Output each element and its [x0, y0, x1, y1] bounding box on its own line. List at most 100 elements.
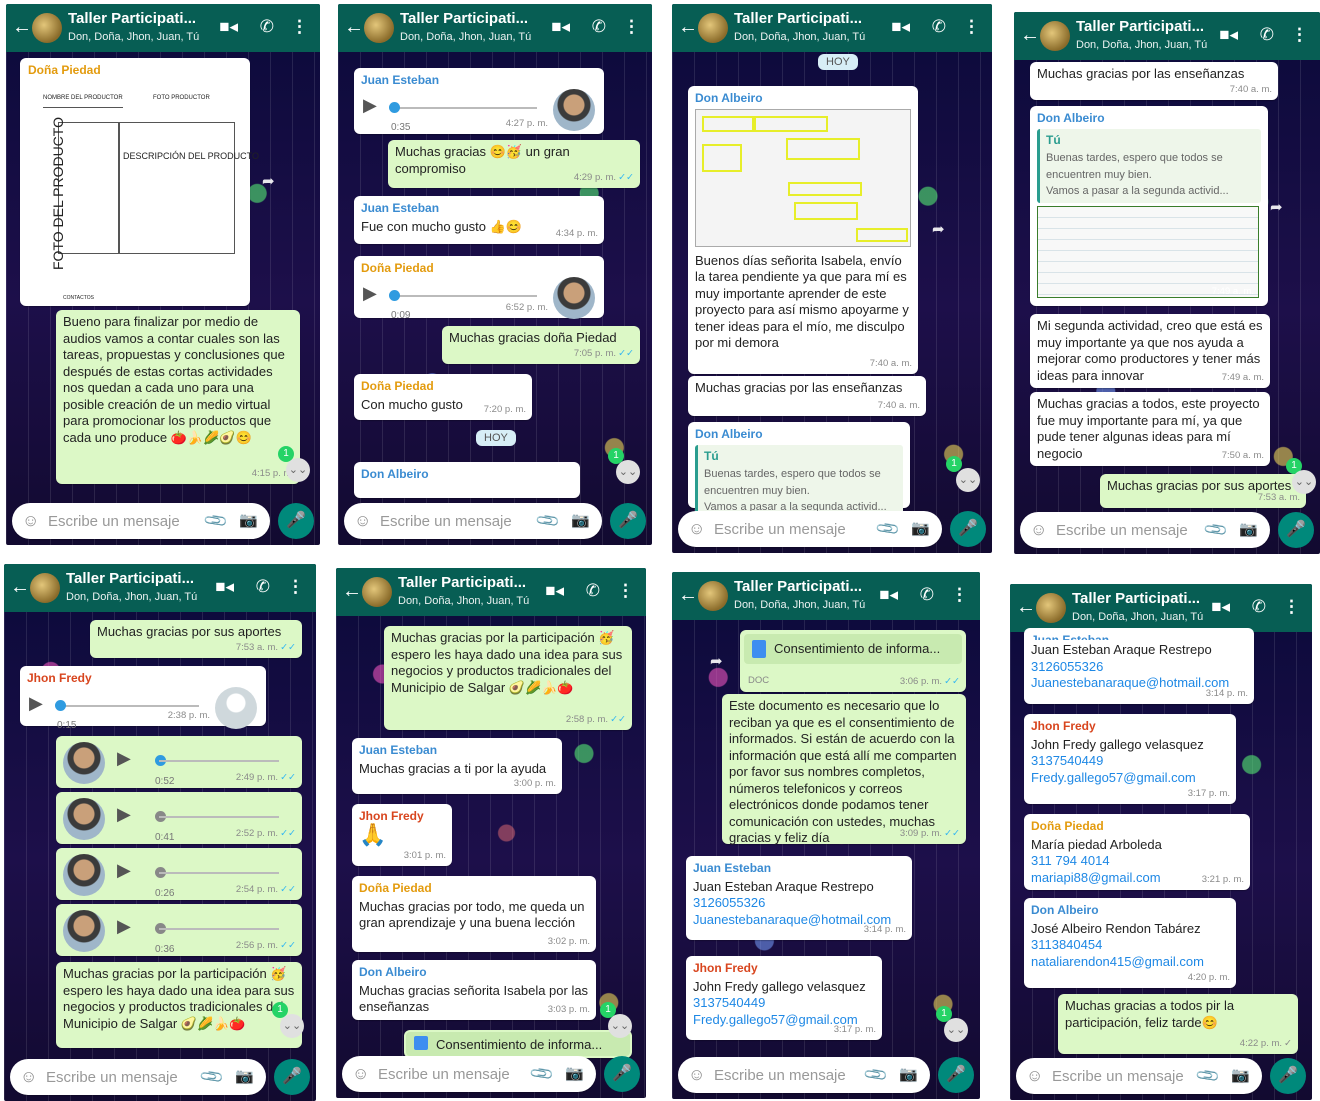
- camera-icon[interactable]: 📷: [1239, 520, 1258, 538]
- audio-message[interactable]: ▶ 0:36 2:56 p. m. ✓✓: [56, 904, 302, 956]
- emoji-icon[interactable]: ☺: [354, 511, 371, 531]
- group-title[interactable]: Taller Participati...: [400, 10, 528, 27]
- video-call-icon[interactable]: ■◂: [1219, 25, 1238, 45]
- phone-call-icon[interactable]: ✆: [1260, 25, 1274, 45]
- incoming-message[interactable]: Mi segunda actividad, creo que está es m…: [1030, 314, 1270, 388]
- video-call-icon[interactable]: ■◂: [891, 17, 910, 37]
- incoming-message[interactable]: Muchas gracias a todos, este proyecto fu…: [1030, 392, 1270, 466]
- group-title[interactable]: Taller Participati...: [1072, 590, 1200, 607]
- message-input[interactable]: Escribe un mensaje: [48, 513, 180, 530]
- play-icon[interactable]: ▶: [117, 861, 131, 878]
- video-call-icon[interactable]: ■◂: [1211, 597, 1230, 617]
- outgoing-message[interactable]: Muchas gracias 😊🥳 un gran compromiso 4:2…: [388, 140, 640, 188]
- scroll-down-icon[interactable]: ⌄⌄: [608, 1014, 632, 1038]
- message-composer[interactable]: ☺ Escribe un mensaje 📎 📷: [10, 1059, 266, 1095]
- more-options-icon[interactable]: ⋮: [623, 17, 640, 37]
- document-message[interactable]: Consentimiento de informa...: [404, 1030, 632, 1058]
- quoted-message[interactable]: Tú Buenas tardes, espero que todos se en…: [1037, 128, 1261, 203]
- contact-message[interactable]: Juan Esteban Juan Esteban Araque Restrep…: [1024, 628, 1254, 704]
- camera-icon[interactable]: 📷: [235, 1067, 254, 1085]
- incoming-message[interactable]: Jhon Fredy 🙏 3:01 p. m.: [352, 804, 452, 866]
- camera-icon[interactable]: 📷: [911, 519, 930, 537]
- audio-message[interactable]: ▶ 0:26 2:54 p. m. ✓✓: [56, 848, 302, 900]
- phone-call-icon[interactable]: ✆: [1252, 597, 1266, 617]
- phone-call-icon[interactable]: ✆: [256, 577, 270, 597]
- audio-slider[interactable]: [389, 289, 400, 301]
- video-call-icon[interactable]: ■◂: [545, 581, 564, 601]
- incoming-message[interactable]: Don Albeiro Muchas gracias señorita Isab…: [352, 960, 596, 1020]
- attach-icon[interactable]: 📎: [198, 1063, 226, 1091]
- scroll-down-icon[interactable]: ⌄⌄: [956, 468, 980, 492]
- message-composer[interactable]: ☺ Escribe un mensaje 📎 📷: [1020, 512, 1270, 548]
- back-arrow-icon[interactable]: ←: [678, 17, 698, 37]
- attach-icon[interactable]: 📎: [1194, 1062, 1222, 1090]
- message-input[interactable]: Escribe un mensaje: [1056, 522, 1188, 539]
- camera-icon[interactable]: 📷: [899, 1065, 918, 1083]
- group-title[interactable]: Taller Participati...: [734, 578, 862, 595]
- outgoing-message[interactable]: Muchas gracias por sus aportes 7:53 a. m…: [90, 620, 302, 658]
- incoming-message[interactable]: Muchas gracias por las enseñanzas 7:40 a…: [688, 376, 926, 416]
- more-options-icon[interactable]: ⋮: [287, 577, 304, 597]
- forward-icon[interactable]: ➦: [932, 220, 945, 238]
- group-avatar[interactable]: [30, 573, 60, 603]
- contact-message[interactable]: Doña Piedad María piedad Arboleda 311 79…: [1024, 814, 1250, 890]
- audio-message[interactable]: Jhon Fredy ▶ 0:15 2:38 p. m.: [20, 666, 266, 731]
- group-avatar[interactable]: [1036, 593, 1066, 623]
- message-input[interactable]: Escribe un mensaje: [46, 1069, 178, 1086]
- phone-call-icon[interactable]: ✆: [260, 17, 274, 37]
- message-composer[interactable]: ☺ Escribe un mensaje 📎 📷: [342, 1056, 596, 1092]
- camera-icon[interactable]: 📷: [565, 1064, 584, 1082]
- back-arrow-icon[interactable]: ←: [678, 585, 698, 605]
- image-message[interactable]: Don Albeiro Buenos días señorita Isabela…: [688, 86, 918, 374]
- mic-button[interactable]: 🎤: [610, 503, 646, 539]
- outgoing-message[interactable]: Bueno para finalizar por medio de audios…: [56, 310, 300, 484]
- mic-button[interactable]: 🎤: [274, 1059, 310, 1095]
- emoji-icon[interactable]: ☺: [22, 511, 39, 531]
- audio-message[interactable]: ▶ 0:52 2:49 p. m. ✓✓: [56, 736, 302, 788]
- video-call-icon[interactable]: ■◂: [215, 577, 234, 597]
- attach-icon[interactable]: 📎: [1202, 516, 1230, 544]
- contact-phone[interactable]: 3113840454: [1031, 937, 1229, 954]
- play-icon[interactable]: ▶: [363, 284, 377, 301]
- quoted-message[interactable]: Tú Buenas tardes, espero que todos se en…: [695, 444, 903, 519]
- back-arrow-icon[interactable]: ←: [10, 577, 30, 597]
- incoming-message[interactable]: Muchas gracias por las enseñanzas 7:40 a…: [1030, 62, 1278, 100]
- audio-message[interactable]: Doña Piedad ▶ 0:09 6:52 p. m.: [354, 256, 604, 321]
- forward-icon[interactable]: ➦: [262, 172, 275, 190]
- play-icon[interactable]: ▶: [117, 749, 131, 766]
- attach-icon[interactable]: 📎: [874, 515, 902, 543]
- group-avatar[interactable]: [698, 13, 728, 43]
- audio-slider[interactable]: [389, 101, 400, 113]
- phone-call-icon[interactable]: ✆: [920, 585, 934, 605]
- message-input[interactable]: Escribe un mensaje: [1052, 1068, 1184, 1085]
- group-title[interactable]: Taller Participati...: [734, 10, 862, 27]
- back-arrow-icon[interactable]: ←: [12, 17, 32, 37]
- camera-icon[interactable]: 📷: [571, 511, 590, 529]
- phone-call-icon[interactable]: ✆: [932, 17, 946, 37]
- outgoing-message[interactable]: Muchas gracias doña Piedad 7:05 p. m. ✓✓: [442, 326, 640, 364]
- contact-message[interactable]: Don Albeiro José Albeiro Rendon Tabárez …: [1024, 898, 1236, 988]
- group-avatar[interactable]: [364, 13, 394, 43]
- scroll-down-icon[interactable]: ⌄⌄: [944, 1018, 968, 1042]
- audio-message[interactable]: Juan Esteban ▶ 0:35 4:27 p. m.: [354, 68, 604, 134]
- video-call-icon[interactable]: ■◂: [219, 17, 238, 37]
- message-input[interactable]: Escribe un mensaje: [378, 1066, 510, 1083]
- contact-email[interactable]: Fredy.gallego57@gmail.com: [1031, 770, 1229, 787]
- mic-button[interactable]: 🎤: [1278, 512, 1314, 548]
- attach-icon[interactable]: 📎: [202, 507, 230, 535]
- group-avatar[interactable]: [32, 13, 62, 43]
- outgoing-message[interactable]: Muchas gracias por sus aportes 7:53 a. m…: [1100, 474, 1306, 508]
- mic-button[interactable]: 🎤: [950, 511, 986, 547]
- audio-slider[interactable]: [55, 699, 66, 711]
- mic-button[interactable]: 🎤: [278, 503, 314, 539]
- contact-message[interactable]: Jhon Fredy John Fredy gallego velasquez …: [686, 956, 882, 1040]
- contact-message[interactable]: Juan Esteban Juan Esteban Araque Restrep…: [686, 856, 912, 940]
- scroll-down-icon[interactable]: ⌄⌄: [286, 458, 310, 482]
- group-avatar[interactable]: [1040, 21, 1070, 51]
- mic-button[interactable]: 🎤: [938, 1057, 974, 1093]
- more-options-icon[interactable]: ⋮: [1283, 597, 1300, 617]
- scroll-down-icon[interactable]: ⌄⌄: [616, 460, 640, 484]
- back-arrow-icon[interactable]: ←: [344, 17, 364, 37]
- play-icon[interactable]: ▶: [29, 694, 43, 711]
- attach-icon[interactable]: 📎: [528, 1060, 556, 1088]
